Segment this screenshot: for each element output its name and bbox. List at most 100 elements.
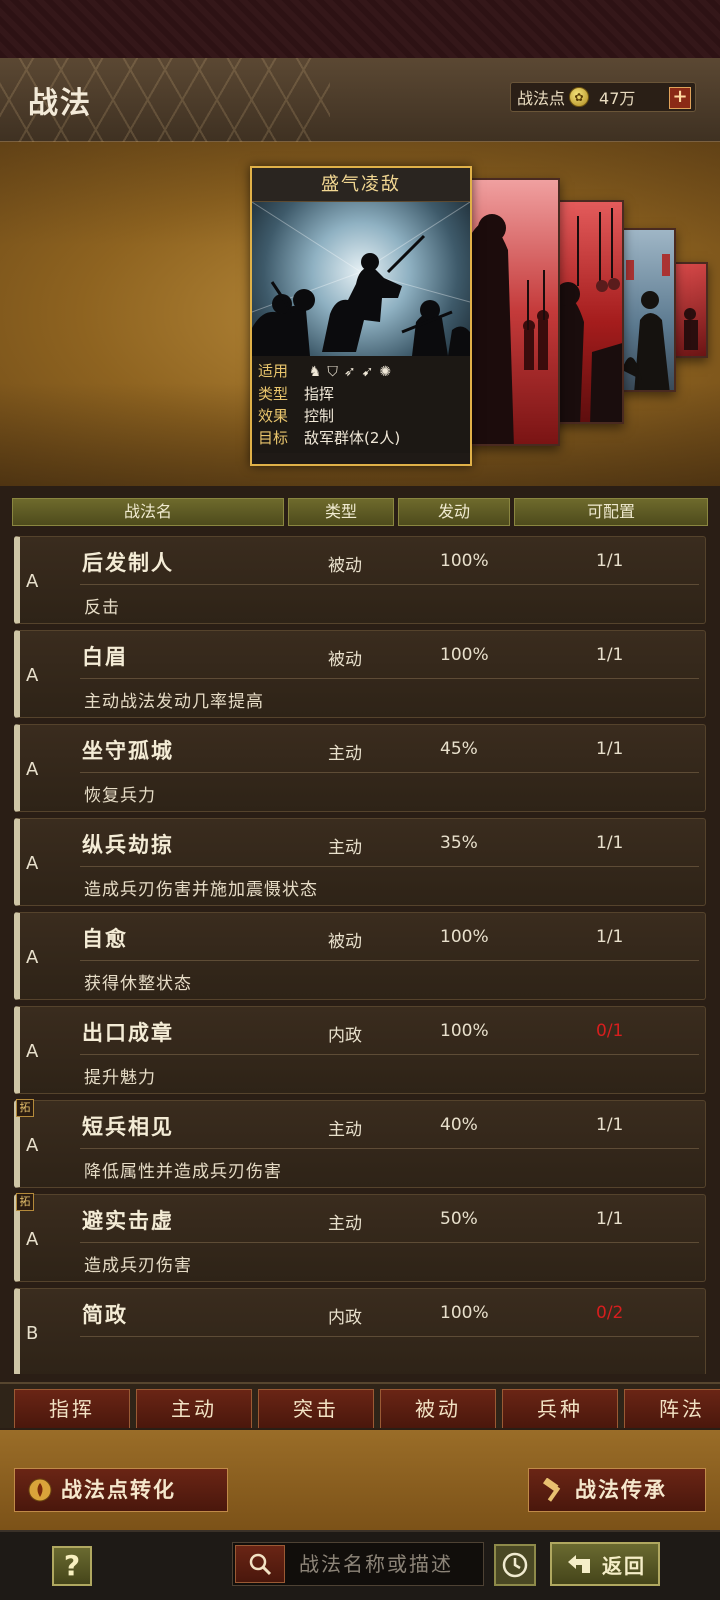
tactic-rate: 100% — [440, 1021, 489, 1041]
expansion-tag: 拓 — [16, 1193, 34, 1211]
tactic-grade: A — [26, 1229, 39, 1250]
tactic-row[interactable]: A 白眉 被动 100% 1/1 主动战法发动几率提高 — [14, 630, 706, 718]
row-divider — [80, 584, 699, 585]
inherit-tactic-button[interactable]: 战法传承 — [528, 1468, 706, 1512]
info-type: 类型 指挥 — [258, 385, 335, 403]
points-label: 战法点 — [517, 89, 566, 108]
col-configurable[interactable]: 可配置 — [514, 498, 708, 526]
expansion-tag: 拓 — [16, 1099, 34, 1117]
convert-points-button[interactable]: 战法点转化 — [14, 1468, 228, 1512]
add-points-button[interactable]: + — [669, 87, 691, 109]
bow-icon: ➶ — [343, 364, 362, 380]
tactic-description: 降低属性并造成兵刃伤害 — [84, 1162, 282, 1182]
header-bar: 战法 战法点 ✿ 47万 + — [0, 58, 720, 142]
tactic-name: 后发制人 — [82, 550, 174, 575]
tactic-description: 提升魅力 — [84, 1068, 156, 1088]
tactic-configurable: 1/1 — [596, 551, 624, 571]
row-divider — [80, 678, 699, 679]
tactic-type: 主动 — [328, 744, 362, 764]
tactic-description: 造成兵刃伤害 — [84, 1256, 192, 1276]
history-button[interactable] — [494, 1544, 536, 1586]
row-divider — [80, 772, 699, 773]
tactic-configurable: 0/1 — [596, 1021, 624, 1041]
info-key: 适用 — [258, 362, 289, 380]
search-button[interactable] — [235, 1545, 285, 1583]
tactic-row[interactable]: A 纵兵劫掠 主动 35% 1/1 造成兵刃伤害并施加震慑状态 — [14, 818, 706, 906]
hammer-icon — [541, 1477, 567, 1503]
tactic-description: 反击 — [84, 598, 120, 618]
featured-tactic-card[interactable]: 盛气凌敌 适用 ♞⛉➶➹✺ 类型 指挥 效果 控制 目标 敌军群体(2人) — [250, 166, 472, 466]
col-name[interactable]: 战法名 — [12, 498, 284, 526]
tactic-type: 被动 — [328, 932, 362, 952]
tactic-grade: A — [26, 947, 39, 968]
tactic-row[interactable]: B 简政 内政 100% 0/2 — [14, 1288, 706, 1374]
page-title: 战法 — [28, 86, 92, 121]
row-divider — [80, 1148, 699, 1149]
tactic-name: 白眉 — [82, 644, 128, 669]
col-rate[interactable]: 发动 — [398, 498, 510, 526]
siege-icon: ✺ — [379, 364, 398, 380]
tactic-description: 获得休整状态 — [84, 974, 192, 994]
return-arrow-icon — [568, 1555, 590, 1573]
tactic-list[interactable]: A 后发制人被动 100% 1/1 反击 A 白眉 被动 100% 1/1 主动战法发动几率提高 A 坐… — [12, 536, 708, 1374]
tactic-rate: 100% — [440, 551, 489, 571]
tactic-row[interactable]: A 后发制人 被动 100% 1/1 反击 — [14, 536, 706, 624]
tactic-name: 短兵相见 — [82, 1114, 174, 1139]
card-art — [622, 254, 670, 390]
card-art — [468, 214, 549, 444]
tactic-row[interactable]: 拓 A 短兵相见 主动 40% 1/1 降低属性并造成兵刃伤害 — [14, 1099, 706, 1188]
row-divider — [80, 1054, 699, 1055]
tactic-name: 纵兵劫掠 — [82, 832, 174, 857]
action-zone: 战法点转化 战法传承 — [0, 1430, 720, 1530]
carousel-card[interactable] — [620, 228, 676, 392]
tactic-row[interactable]: A 出口成章 内政 100% 0/1 提升魅力 — [14, 1006, 706, 1094]
featured-tactic-art — [252, 202, 470, 356]
tactic-type: 主动 — [328, 1214, 362, 1234]
tactic-configurable: 1/1 — [596, 927, 624, 947]
tactic-configurable: 0/2 — [596, 1303, 624, 1323]
filter-button[interactable]: 指挥 — [14, 1389, 130, 1428]
card-art — [550, 208, 622, 422]
row-divider — [80, 1336, 699, 1337]
filter-button[interactable]: 被动 — [380, 1389, 496, 1428]
tactic-rate: 100% — [440, 927, 489, 947]
search-input[interactable] — [299, 1552, 479, 1576]
help-button[interactable]: ? — [52, 1546, 92, 1586]
tactic-name: 坐守孤城 — [82, 738, 174, 763]
tactic-rate: 35% — [440, 833, 478, 853]
carousel-card[interactable] — [466, 178, 560, 446]
filter-button[interactable]: 主动 — [136, 1389, 252, 1428]
coin-icon: ✿ — [569, 87, 590, 107]
shield-icon: ⛉ — [327, 364, 344, 380]
unit-type-icons: ♞⛉➶➹✺ — [309, 364, 397, 380]
filter-bar[interactable]: 指挥 主动 突击 被动 兵种 阵法 — [0, 1382, 720, 1428]
flame-coin-icon — [27, 1477, 53, 1503]
card-art — [684, 308, 698, 350]
filter-button[interactable]: 兵种 — [502, 1389, 618, 1428]
tactic-name: 简政 — [82, 1302, 128, 1327]
cavalry-icon: ♞ — [308, 364, 328, 380]
tactic-configurable: 1/1 — [596, 739, 624, 759]
carousel-card[interactable] — [672, 262, 708, 358]
tactic-row[interactable]: A 自愈 被动 100% 1/1 获得休整状态 — [14, 912, 706, 1000]
filter-button[interactable]: 突击 — [258, 1389, 374, 1428]
tactic-row[interactable]: 拓 A 避实击虚 主动 50% 1/1 造成兵刃伤害 — [14, 1193, 706, 1282]
back-button[interactable]: 返回 — [550, 1542, 660, 1586]
tactic-grade: A — [26, 759, 39, 780]
filter-button[interactable]: 阵法 — [624, 1389, 720, 1428]
tactic-name: 自愈 — [82, 926, 128, 951]
tactic-type: 主动 — [328, 838, 362, 858]
row-divider — [80, 866, 699, 867]
tactic-row[interactable]: A 坐守孤城 主动 45% 1/1 恢复兵力 — [14, 724, 706, 812]
col-type[interactable]: 类型 — [288, 498, 394, 526]
tactic-description: 造成兵刃伤害并施加震慑状态 — [84, 880, 318, 900]
tactic-rate: 100% — [440, 1303, 489, 1323]
tactic-name: 出口成章 — [82, 1020, 174, 1045]
tactic-rate: 40% — [440, 1115, 478, 1135]
battle-silhouette — [252, 202, 470, 356]
info-target: 目标 敌军群体(2人) — [258, 429, 401, 447]
tactic-grade: A — [26, 571, 39, 592]
tactic-type: 内政 — [328, 1026, 362, 1046]
tactic-table-header: 战法名 类型 发动 可配置 — [12, 498, 708, 526]
tactic-type: 主动 — [328, 1120, 362, 1140]
